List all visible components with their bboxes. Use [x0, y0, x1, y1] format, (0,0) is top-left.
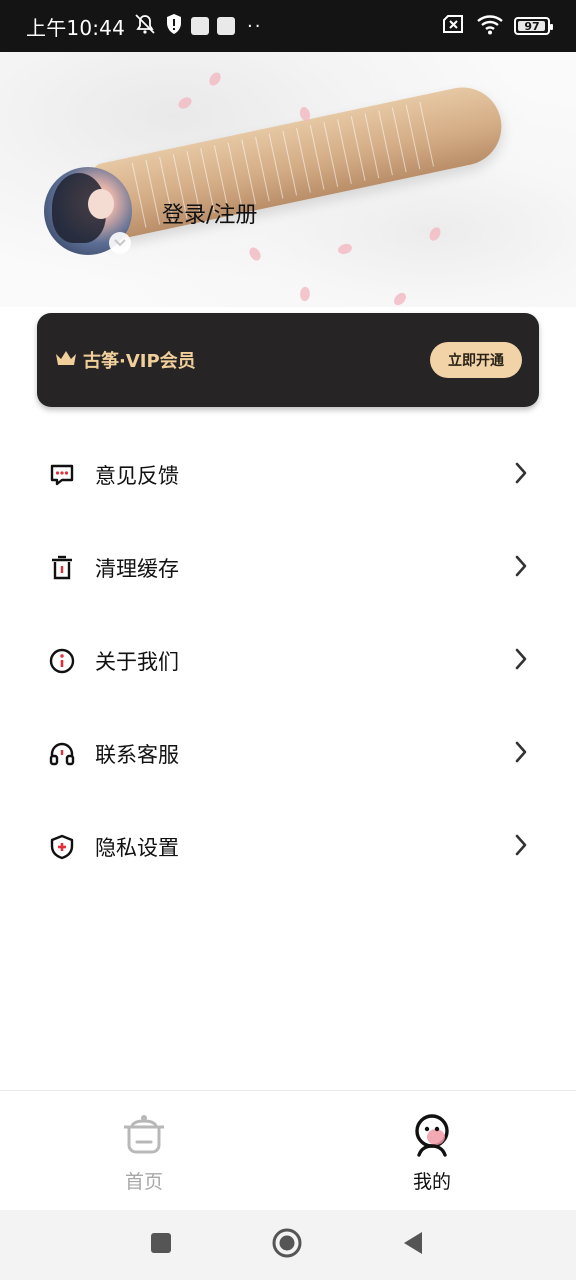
- settings-menu: 意见反馈 清理缓存 关于我们 联系客服 隐私设置: [0, 428, 576, 893]
- notification-square-icon: [191, 17, 210, 35]
- more-dots-icon: ··: [247, 15, 263, 37]
- petal-decoration: [298, 286, 312, 302]
- login-register-link[interactable]: 登录/注册: [162, 197, 257, 229]
- home-button[interactable]: [272, 1228, 302, 1262]
- zither-string: [378, 110, 393, 176]
- chevron-right-icon: [514, 648, 528, 674]
- menu-label: 清理缓存: [95, 556, 179, 581]
- zither-string: [405, 104, 421, 170]
- menu-item-privacy-settings[interactable]: 隐私设置: [0, 800, 576, 893]
- status-left: 上午10:44 ··: [26, 12, 263, 41]
- battery-text: 97: [524, 19, 540, 33]
- crown-icon: [55, 349, 77, 371]
- chevron-right-icon: [514, 462, 528, 488]
- privacy-shield-icon: [48, 833, 76, 861]
- shield-icon: [165, 13, 183, 40]
- tab-home[interactable]: 首页: [0, 1091, 288, 1210]
- tab-mine[interactable]: 我的: [288, 1091, 576, 1210]
- zither-string: [296, 127, 311, 193]
- zither-string: [309, 124, 325, 190]
- chevron-right-icon: [514, 741, 528, 767]
- sim-off-icon: [442, 14, 466, 38]
- headset-icon: [48, 740, 76, 768]
- petal-decoration: [176, 94, 194, 112]
- wifi-icon: [476, 13, 504, 39]
- status-right: 97: [442, 13, 553, 39]
- zither-string: [241, 139, 256, 205]
- zither-string: [131, 162, 147, 228]
- chevron-right-icon: [514, 834, 528, 860]
- vip-title: 古筝·VIP会员: [83, 351, 196, 372]
- profile-header: 登录/注册: [0, 52, 576, 307]
- petal-decoration: [392, 290, 408, 307]
- home-icon: [121, 1113, 167, 1161]
- menu-label: 隐私设置: [95, 835, 179, 860]
- avatar-face: [88, 189, 114, 219]
- zither-string: [254, 136, 270, 202]
- open-vip-button[interactable]: 立即开通: [430, 342, 522, 378]
- zither-string: [145, 159, 161, 225]
- menu-label: 意见反馈: [95, 463, 179, 488]
- tab-label: 首页: [124, 1171, 163, 1193]
- zither-string: [268, 133, 284, 199]
- chevron-down-icon[interactable]: [109, 232, 131, 254]
- battery-icon: 97: [514, 17, 553, 35]
- petal-decoration: [428, 225, 442, 243]
- zither-string: [323, 122, 339, 187]
- recents-button[interactable]: [150, 1232, 172, 1258]
- status-bar: 上午10:44 ·· 97: [0, 0, 576, 52]
- zither-string: [391, 107, 407, 173]
- zither-string: [282, 130, 298, 196]
- zither-string: [350, 116, 366, 182]
- chevron-right-icon: [514, 555, 528, 581]
- vip-card[interactable]: 古筝·VIP会员 立即开通: [37, 313, 539, 407]
- petal-decoration: [246, 245, 264, 263]
- petal-decoration: [207, 70, 223, 88]
- mute-icon: [133, 13, 157, 40]
- petal-decoration: [336, 241, 354, 257]
- notification-square-icon: [217, 17, 236, 35]
- system-nav-bar: [0, 1210, 576, 1280]
- bottom-tab-bar: 首页 我的: [0, 1090, 576, 1210]
- menu-item-about-us[interactable]: 关于我们: [0, 614, 576, 707]
- zither-string: [337, 119, 352, 184]
- guzheng-illustration: [91, 80, 509, 242]
- trash-icon: [48, 554, 76, 582]
- menu-item-customer-service[interactable]: 联系客服: [0, 707, 576, 800]
- menu-label: 关于我们: [95, 649, 179, 674]
- menu-item-feedback[interactable]: 意见反馈: [0, 428, 576, 521]
- feedback-icon: [48, 461, 76, 489]
- back-button[interactable]: [401, 1230, 425, 1260]
- zither-string: [419, 101, 435, 167]
- info-icon: [48, 647, 76, 675]
- menu-item-clear-cache[interactable]: 清理缓存: [0, 521, 576, 614]
- zither-string: [364, 113, 380, 179]
- menu-label: 联系客服: [95, 742, 179, 767]
- status-time: 上午10:44: [26, 15, 126, 40]
- tab-label: 我的: [412, 1171, 451, 1193]
- profile-icon: [409, 1113, 455, 1161]
